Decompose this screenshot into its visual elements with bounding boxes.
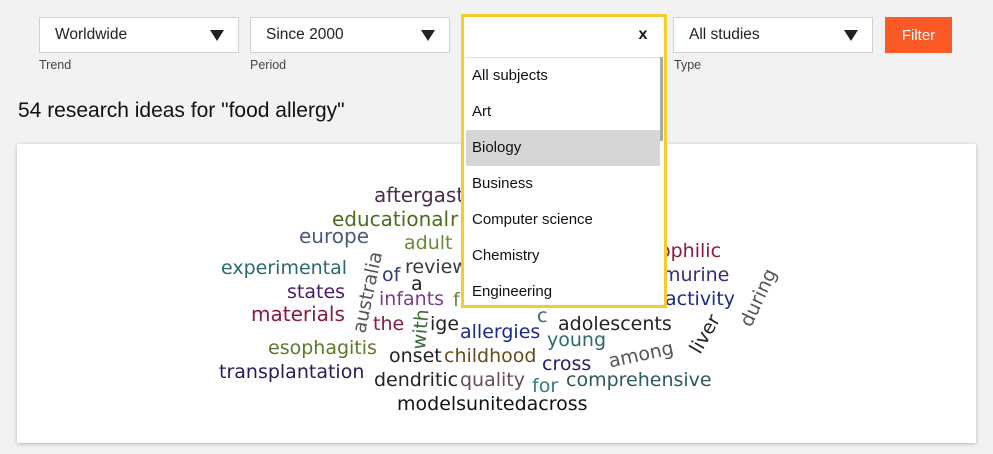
- cloud-word[interactable]: modelsunitedacross: [397, 393, 588, 415]
- cloud-word[interactable]: infants: [379, 288, 444, 310]
- cloud-word[interactable]: comprehensive: [566, 369, 712, 391]
- cloud-word[interactable]: esophagitis: [268, 337, 377, 359]
- cloud-word[interactable]: activity: [665, 288, 735, 310]
- cloud-word[interactable]: aftergast: [374, 183, 464, 207]
- cloud-word[interactable]: young: [547, 329, 606, 351]
- subject-option[interactable]: Art: [466, 94, 660, 130]
- subject-options-list: All subjects Art Biology Business Comput…: [466, 57, 660, 306]
- cloud-word[interactable]: with: [408, 308, 433, 350]
- cloud-word[interactable]: states: [287, 281, 345, 303]
- cloud-word[interactable]: allergies: [460, 321, 540, 343]
- cloud-word[interactable]: quality: [460, 369, 525, 391]
- subject-option[interactable]: Computer science: [466, 202, 660, 238]
- subject-option[interactable]: Engineering: [466, 274, 660, 306]
- cloud-word[interactable]: the: [373, 313, 404, 335]
- cloud-word[interactable]: materials: [251, 302, 345, 326]
- subject-option-highlighted[interactable]: Biology: [466, 130, 660, 166]
- cloud-word[interactable]: r: [450, 207, 459, 231]
- cloud-word[interactable]: ige: [430, 313, 459, 335]
- cloud-word[interactable]: dendritic: [374, 369, 458, 391]
- cloud-word[interactable]: of: [382, 264, 402, 286]
- cloud-word[interactable]: transplantation: [219, 361, 364, 383]
- cloud-word[interactable]: liver: [685, 311, 725, 358]
- subject-dropdown: x All subjects Art Biology Business Comp…: [461, 14, 667, 308]
- subject-option[interactable]: Business: [466, 166, 660, 202]
- subject-option[interactable]: Chemistry: [466, 238, 660, 274]
- subject-option[interactable]: All subjects: [466, 58, 660, 94]
- cloud-word[interactable]: ophilic: [659, 240, 721, 262]
- dropdown-scrollbar[interactable]: [660, 57, 663, 141]
- cloud-word[interactable]: during: [736, 265, 782, 330]
- clear-icon[interactable]: x: [634, 26, 652, 44]
- cloud-word[interactable]: among: [607, 337, 676, 372]
- cloud-word[interactable]: europe: [299, 224, 369, 248]
- cloud-word[interactable]: c: [537, 305, 547, 327]
- cloud-word[interactable]: adult: [404, 232, 452, 254]
- cloud-word[interactable]: childhood: [444, 345, 536, 367]
- cloud-word[interactable]: experimental: [221, 257, 347, 279]
- cloud-word[interactable]: murine: [662, 264, 729, 286]
- cloud-word[interactable]: f: [453, 289, 461, 311]
